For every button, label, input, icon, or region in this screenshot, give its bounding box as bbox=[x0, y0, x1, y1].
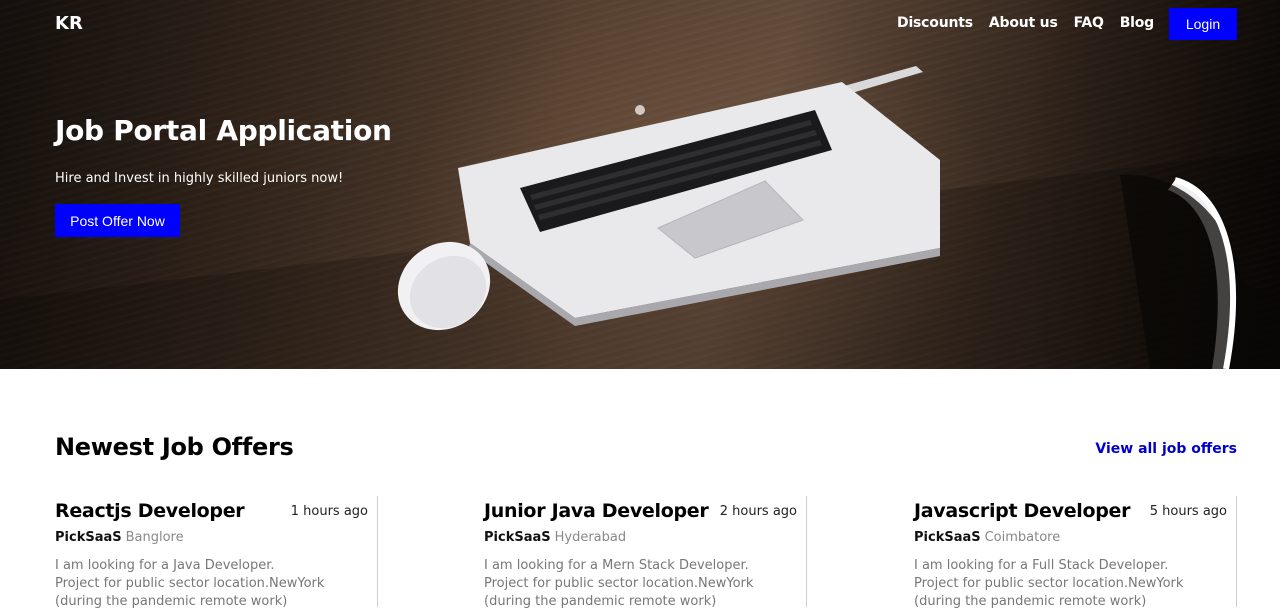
hero-banner: KR Discounts About us FAQ Blog Login Job… bbox=[0, 0, 1280, 369]
company-name: PickSaaS bbox=[55, 530, 122, 545]
newest-offers-heading: Newest Job Offers bbox=[55, 433, 294, 461]
nav-link-blog[interactable]: Blog bbox=[1120, 15, 1155, 31]
job-description-line: Project for public sector location.NewYo… bbox=[484, 576, 754, 591]
job-location: Hyderabad bbox=[554, 530, 627, 545]
job-description-line: Project for public sector location.NewYo… bbox=[914, 576, 1184, 591]
job-company-line: PickSaaS Banglore bbox=[55, 530, 184, 545]
nav-link-faq[interactable]: FAQ bbox=[1074, 15, 1104, 31]
hero-subtitle: Hire and Invest in highly skilled junior… bbox=[55, 171, 344, 186]
job-location: Coimbatore bbox=[984, 530, 1061, 545]
login-button[interactable]: Login bbox=[1169, 8, 1237, 40]
company-name: PickSaaS bbox=[484, 530, 551, 545]
job-description-line: Project for public sector location.NewYo… bbox=[55, 576, 325, 591]
hero-title: Job Portal Application bbox=[55, 114, 392, 147]
job-description-line: I am looking for a Java Developer. bbox=[55, 558, 275, 573]
job-location: Banglore bbox=[125, 530, 184, 545]
view-all-offers-link[interactable]: View all job offers bbox=[1095, 441, 1237, 457]
nav-links: Discounts About us FAQ Blog bbox=[897, 15, 1154, 31]
job-company-line: PickSaaS Hyderabad bbox=[484, 530, 626, 545]
job-description-line: (during the pandemic remote work) bbox=[484, 594, 717, 609]
job-title[interactable]: Reactjs Developer bbox=[55, 500, 245, 522]
brand-logo[interactable]: KR bbox=[55, 13, 83, 34]
job-card[interactable]: Junior Java Developer 2 hours ago PickSa… bbox=[484, 496, 807, 609]
job-company-line: PickSaaS Coimbatore bbox=[914, 530, 1060, 545]
nav-link-about-us[interactable]: About us bbox=[989, 15, 1058, 31]
job-card[interactable]: Javascript Developer 5 hours ago PickSaa… bbox=[914, 496, 1237, 609]
nav-link-discounts[interactable]: Discounts bbox=[897, 15, 973, 31]
job-title[interactable]: Javascript Developer bbox=[914, 500, 1131, 522]
post-offer-button[interactable]: Post Offer Now bbox=[55, 204, 180, 237]
job-card[interactable]: Reactjs Developer 1 hours ago PickSaaS Ba… bbox=[55, 496, 378, 609]
job-title[interactable]: Junior Java Developer bbox=[484, 500, 709, 522]
job-posted-time: 2 hours ago bbox=[719, 504, 797, 519]
job-posted-time: 1 hours ago bbox=[290, 504, 368, 519]
job-description: I am looking for a Java Developer. Proje… bbox=[55, 557, 355, 611]
job-description: I am looking for a Full Stack Developer.… bbox=[914, 557, 1214, 611]
job-description-line: I am looking for a Mern Stack Developer. bbox=[484, 558, 749, 573]
top-navbar: KR Discounts About us FAQ Blog Login bbox=[0, 0, 1280, 50]
job-posted-time: 5 hours ago bbox=[1149, 504, 1227, 519]
job-description: I am looking for a Mern Stack Developer.… bbox=[484, 557, 784, 611]
company-name: PickSaaS bbox=[914, 530, 981, 545]
job-description-line: (during the pandemic remote work) bbox=[55, 594, 288, 609]
job-description-line: (during the pandemic remote work) bbox=[914, 594, 1147, 609]
job-description-line: I am looking for a Full Stack Developer. bbox=[914, 558, 1169, 573]
